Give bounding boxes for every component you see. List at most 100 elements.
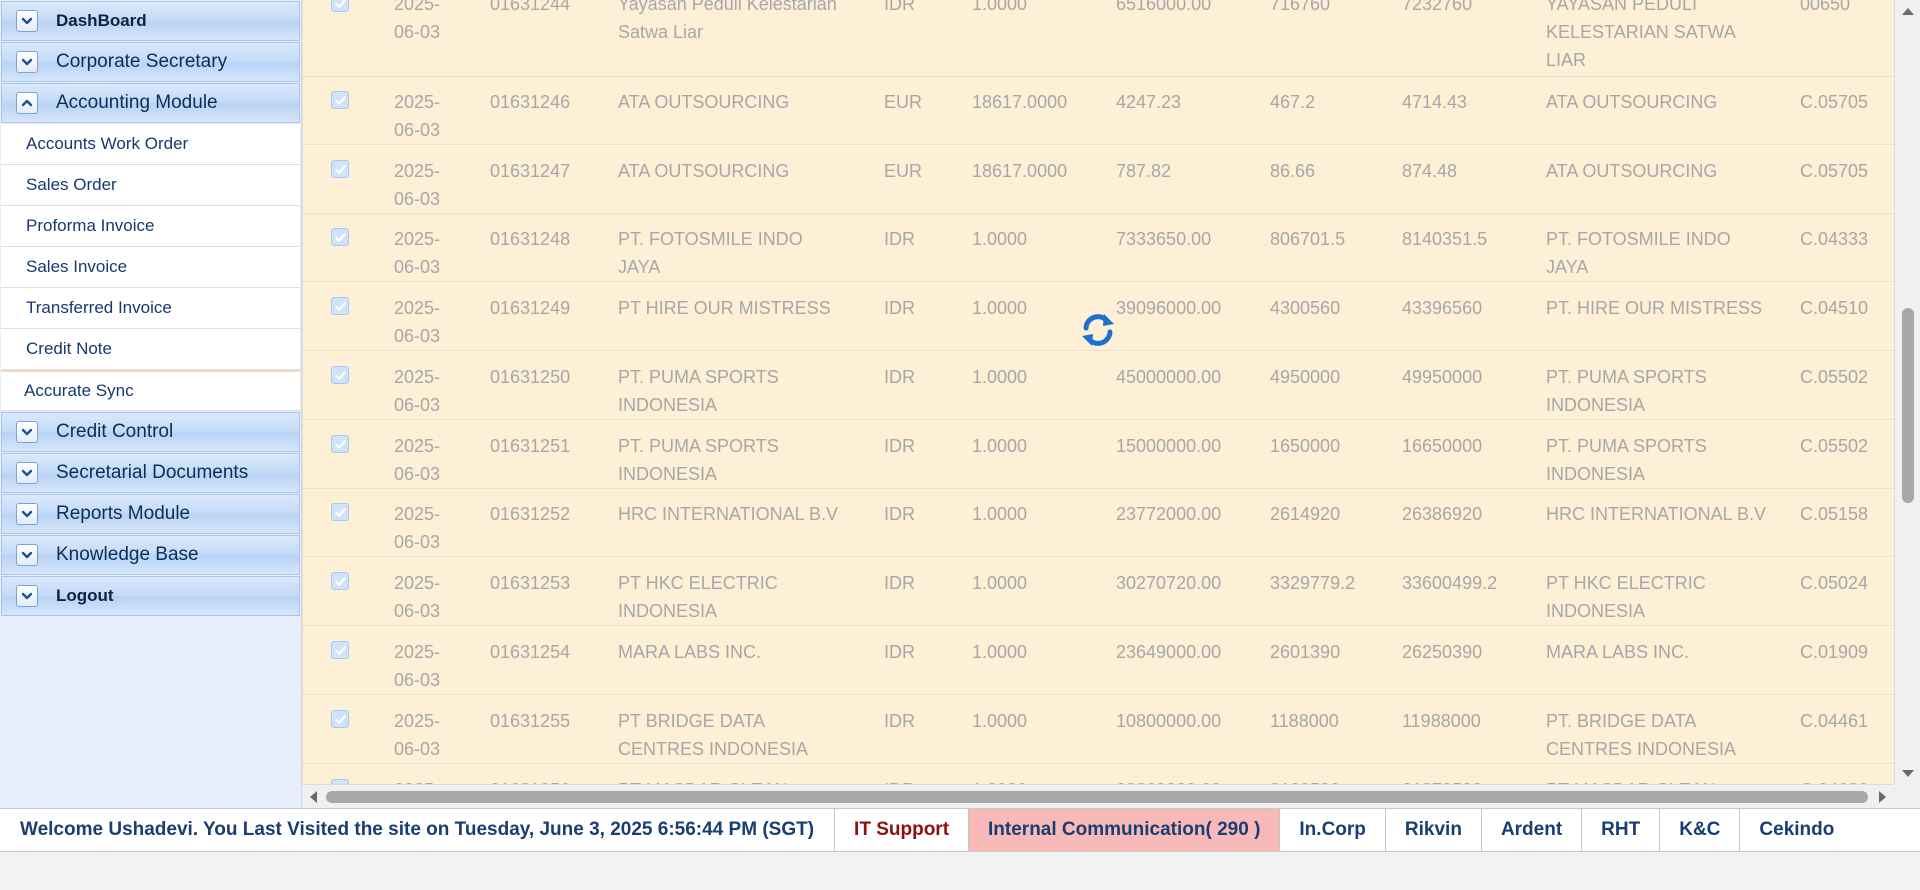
client-name-cell: PT. PUMA SPORTS INDONESIA bbox=[618, 436, 779, 484]
currency-cell: IDR bbox=[884, 711, 915, 731]
table-row[interactable]: 2025-06-03 01631254 MARA LABS INC. IDR 1.000… bbox=[303, 627, 1894, 695]
scroll-down-arrow[interactable] bbox=[1902, 770, 1914, 777]
sidebar-section-label: Knowledge Base bbox=[56, 544, 199, 565]
footer-bar: Welcome Ushadevi. You Last Visited the s… bbox=[0, 808, 1920, 852]
vertical-scroll-thumb[interactable] bbox=[1902, 308, 1914, 503]
exchange-rate-cell: 1.0000 bbox=[972, 367, 1028, 387]
exchange-rate-cell: 1.0000 bbox=[972, 642, 1028, 662]
chevron-down-icon bbox=[16, 51, 38, 73]
tax-cell: 467.2 bbox=[1270, 92, 1316, 112]
sidebar-section-knowledge-base[interactable]: Knowledge Base bbox=[1, 535, 300, 575]
client-name-cell: ATA OUTSOURCING bbox=[618, 161, 790, 181]
customer-name-cell: PT. PUMA SPORTS INDONESIA bbox=[1546, 436, 1707, 484]
amount-cell: 10800000.00 bbox=[1116, 711, 1222, 731]
table-row[interactable]: 2025-06-03 01631246 ATA OUTSOURCING EUR 1861… bbox=[303, 77, 1894, 145]
footer-link-incorp[interactable]: In.Corp bbox=[1280, 809, 1386, 851]
sidebar-item-accurate-sync[interactable]: Accurate Sync bbox=[1, 370, 300, 411]
invoice-date-cell: 2025-06-03 bbox=[394, 367, 441, 415]
tax-cell: 4950000 bbox=[1270, 367, 1341, 387]
tax-cell: 806701.5 bbox=[1270, 229, 1346, 249]
exchange-rate-cell: 1.0000 bbox=[972, 0, 1028, 14]
row-checkbox[interactable] bbox=[331, 228, 349, 246]
table-row[interactable]: 2025 01631256 PT MASDAR CLEAN IDR 1.0000 2826… bbox=[303, 765, 1894, 784]
row-checkbox[interactable] bbox=[331, 710, 349, 728]
customer-name-cell: PT. PUMA SPORTS INDONESIA bbox=[1546, 367, 1707, 415]
currency-cell: EUR bbox=[884, 161, 923, 181]
invoice-date-cell: 2025-06-03 bbox=[394, 0, 441, 42]
it-support-link[interactable]: IT Support bbox=[835, 809, 970, 851]
scroll-right-arrow[interactable] bbox=[1879, 791, 1886, 803]
amount-cell: 23649000.00 bbox=[1116, 642, 1222, 662]
sidebar-item-transferred-invoice[interactable]: Transferred Invoice bbox=[1, 288, 300, 329]
sidebar-section-accounting-module[interactable]: Accounting Module bbox=[1, 83, 300, 123]
customer-code-cell: C.05705 bbox=[1800, 161, 1869, 181]
sidebar-section-corporate-secretary[interactable]: Corporate Secretary bbox=[1, 42, 300, 82]
sidebar-item-sales-order[interactable]: Sales Order bbox=[1, 165, 300, 206]
footer-link-rht[interactable]: RHT bbox=[1582, 809, 1661, 851]
total-cell: 16650000 bbox=[1402, 436, 1483, 456]
footer-link-rikvin[interactable]: Rikvin bbox=[1386, 809, 1482, 851]
row-checkbox[interactable] bbox=[331, 366, 349, 384]
sidebar-item-sales-invoice[interactable]: Sales Invoice bbox=[1, 247, 300, 288]
client-name-cell: HRC INTERNATIONAL B.V bbox=[618, 504, 839, 524]
invoice-number-cell: 01631250 bbox=[490, 367, 571, 387]
row-checkbox[interactable] bbox=[331, 0, 349, 12]
row-checkbox[interactable] bbox=[331, 572, 349, 590]
exchange-rate-cell: 1.0000 bbox=[972, 504, 1028, 524]
total-cell: 49950000 bbox=[1402, 367, 1483, 387]
invoice-number-cell: 01631249 bbox=[490, 298, 571, 318]
scroll-left-arrow[interactable] bbox=[310, 791, 317, 803]
welcome-message: Welcome Ushadevi. You Last Visited the s… bbox=[0, 809, 836, 851]
internal-communication-link[interactable]: Internal Communication( 290 ) bbox=[969, 809, 1281, 851]
sidebar-section-logout[interactable]: Logout bbox=[1, 576, 300, 616]
sidebar-section-secretarial-documents[interactable]: Secretarial Documents bbox=[1, 453, 300, 493]
table-row[interactable]: 2025-06-03 01631247 ATA OUTSOURCING EUR 1861… bbox=[303, 146, 1894, 214]
sidebar-section-label: Corporate Secretary bbox=[56, 51, 228, 72]
table-row[interactable]: 2025-06-03 01631252 HRC INTERNATIONAL B.V I… bbox=[303, 489, 1894, 557]
row-checkbox[interactable] bbox=[331, 435, 349, 453]
row-checkbox[interactable] bbox=[331, 91, 349, 109]
app-window: DashBoard Corporate Secretary Accounting M… bbox=[0, 0, 1920, 890]
customer-code-cell: C.05158 bbox=[1800, 504, 1869, 524]
table-row[interactable]: 2025-06-03 01631250 PT. PUMA SPORTS INDONE… bbox=[303, 352, 1894, 420]
currency-cell: IDR bbox=[884, 642, 915, 662]
sidebar-section-label: Credit Control bbox=[56, 421, 174, 442]
table-row[interactable]: 2025-06-03 01631244 Yayasan Peduli Kelesta… bbox=[303, 0, 1894, 77]
total-cell: 26386920 bbox=[1402, 504, 1483, 524]
client-name-cell: MARA LABS INC. bbox=[618, 642, 762, 662]
table-row[interactable]: 2025-06-03 01631253 PT HKC ELECTRIC INDONE… bbox=[303, 558, 1894, 626]
refresh-icon bbox=[1078, 310, 1118, 350]
customer-code-cell: C.05502 bbox=[1800, 367, 1869, 387]
row-checkbox[interactable] bbox=[331, 297, 349, 315]
footer-link-ardent[interactable]: Ardent bbox=[1482, 809, 1583, 851]
sidebar-section-credit-control[interactable]: Credit Control bbox=[1, 412, 300, 452]
horizontal-scroll-thumb[interactable] bbox=[326, 791, 1868, 803]
invoice-number-cell: 01631246 bbox=[490, 92, 571, 112]
amount-cell: 15000000.00 bbox=[1116, 436, 1222, 456]
sidebar-item-credit-note[interactable]: Credit Note bbox=[1, 329, 300, 370]
table-row[interactable]: 2025-06-03 01631255 PT BRIDGE DATA CENTRES… bbox=[303, 696, 1894, 764]
total-cell: 26250390 bbox=[1402, 642, 1483, 662]
footer-link-cekindo[interactable]: Cekindo bbox=[1740, 809, 1853, 851]
currency-cell: IDR bbox=[884, 573, 915, 593]
customer-name-cell: ATA OUTSOURCING bbox=[1546, 92, 1718, 112]
table-row[interactable]: 2025-06-03 01631251 PT. PUMA SPORTS INDONE… bbox=[303, 421, 1894, 489]
sidebar-section-label: Secretarial Documents bbox=[56, 462, 249, 483]
table-row[interactable]: 2025-06-03 01631248 PT. FOTOSMILE INDO JAY… bbox=[303, 214, 1894, 282]
sidebar-item-accounts-work-order[interactable]: Accounts Work Order bbox=[1, 124, 300, 165]
row-checkbox[interactable] bbox=[331, 160, 349, 178]
row-checkbox[interactable] bbox=[331, 503, 349, 521]
horizontal-scrollbar[interactable] bbox=[302, 784, 1894, 808]
row-checkbox[interactable] bbox=[331, 641, 349, 659]
sidebar-section-dashboard[interactable]: DashBoard bbox=[1, 1, 300, 41]
sidebar-section-reports-module[interactable]: Reports Module bbox=[1, 494, 300, 534]
amount-cell: 30270720.00 bbox=[1116, 573, 1222, 593]
tax-cell: 4300560 bbox=[1270, 298, 1341, 318]
vertical-scrollbar[interactable] bbox=[1894, 0, 1920, 784]
customer-code-cell: C.04333 bbox=[1800, 229, 1869, 249]
invoice-number-cell: 01631253 bbox=[490, 573, 571, 593]
scroll-up-arrow[interactable] bbox=[1902, 8, 1914, 15]
exchange-rate-cell: 1.0000 bbox=[972, 711, 1028, 731]
footer-link-kc[interactable]: K&C bbox=[1660, 809, 1741, 851]
sidebar-item-proforma-invoice[interactable]: Proforma Invoice bbox=[1, 206, 300, 247]
